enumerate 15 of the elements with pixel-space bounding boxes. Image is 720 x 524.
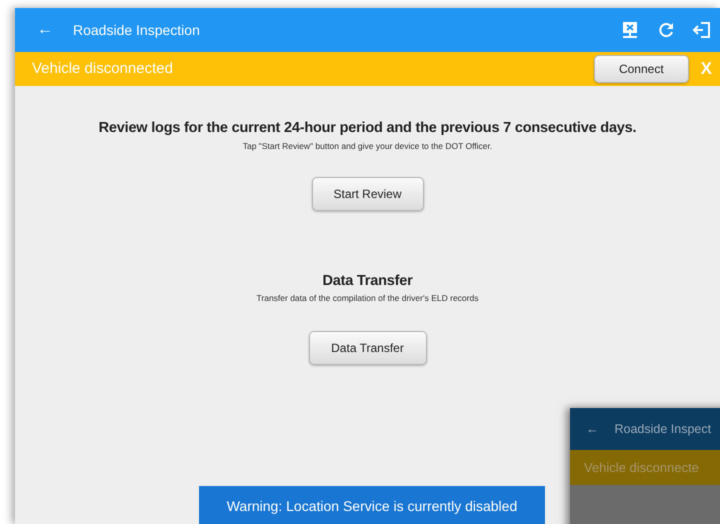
data-transfer-button[interactable]: Data Transfer [308,331,426,365]
screen-title: Roadside Inspection [73,20,201,40]
connection-status: Vehicle disconnecte [570,450,720,485]
warning-toast: Warning: Location Service is currently disabled [199,486,545,524]
screen-title: Roadside Inspect [614,420,712,438]
transfer-heading: Data Transfer [322,272,413,290]
monitor-icon[interactable] [620,20,640,40]
review-instructions: Tap "Start Review" button and give your device to the DOT Officer. [242,140,492,152]
connection-status: Vehicle disconnected [31,58,174,79]
review-heading: Review logs for the current 24-hour period and the previous 7 consecutive days. [98,119,636,138]
start-review-button[interactable]: Start Review [312,176,424,210]
back-arrow: ← [585,420,600,438]
logout-icon[interactable] [692,20,712,40]
connect-button[interactable]: Connect [594,55,689,83]
transfer-description: Transfer data of the compilation of the driver's ELD records [256,292,478,305]
